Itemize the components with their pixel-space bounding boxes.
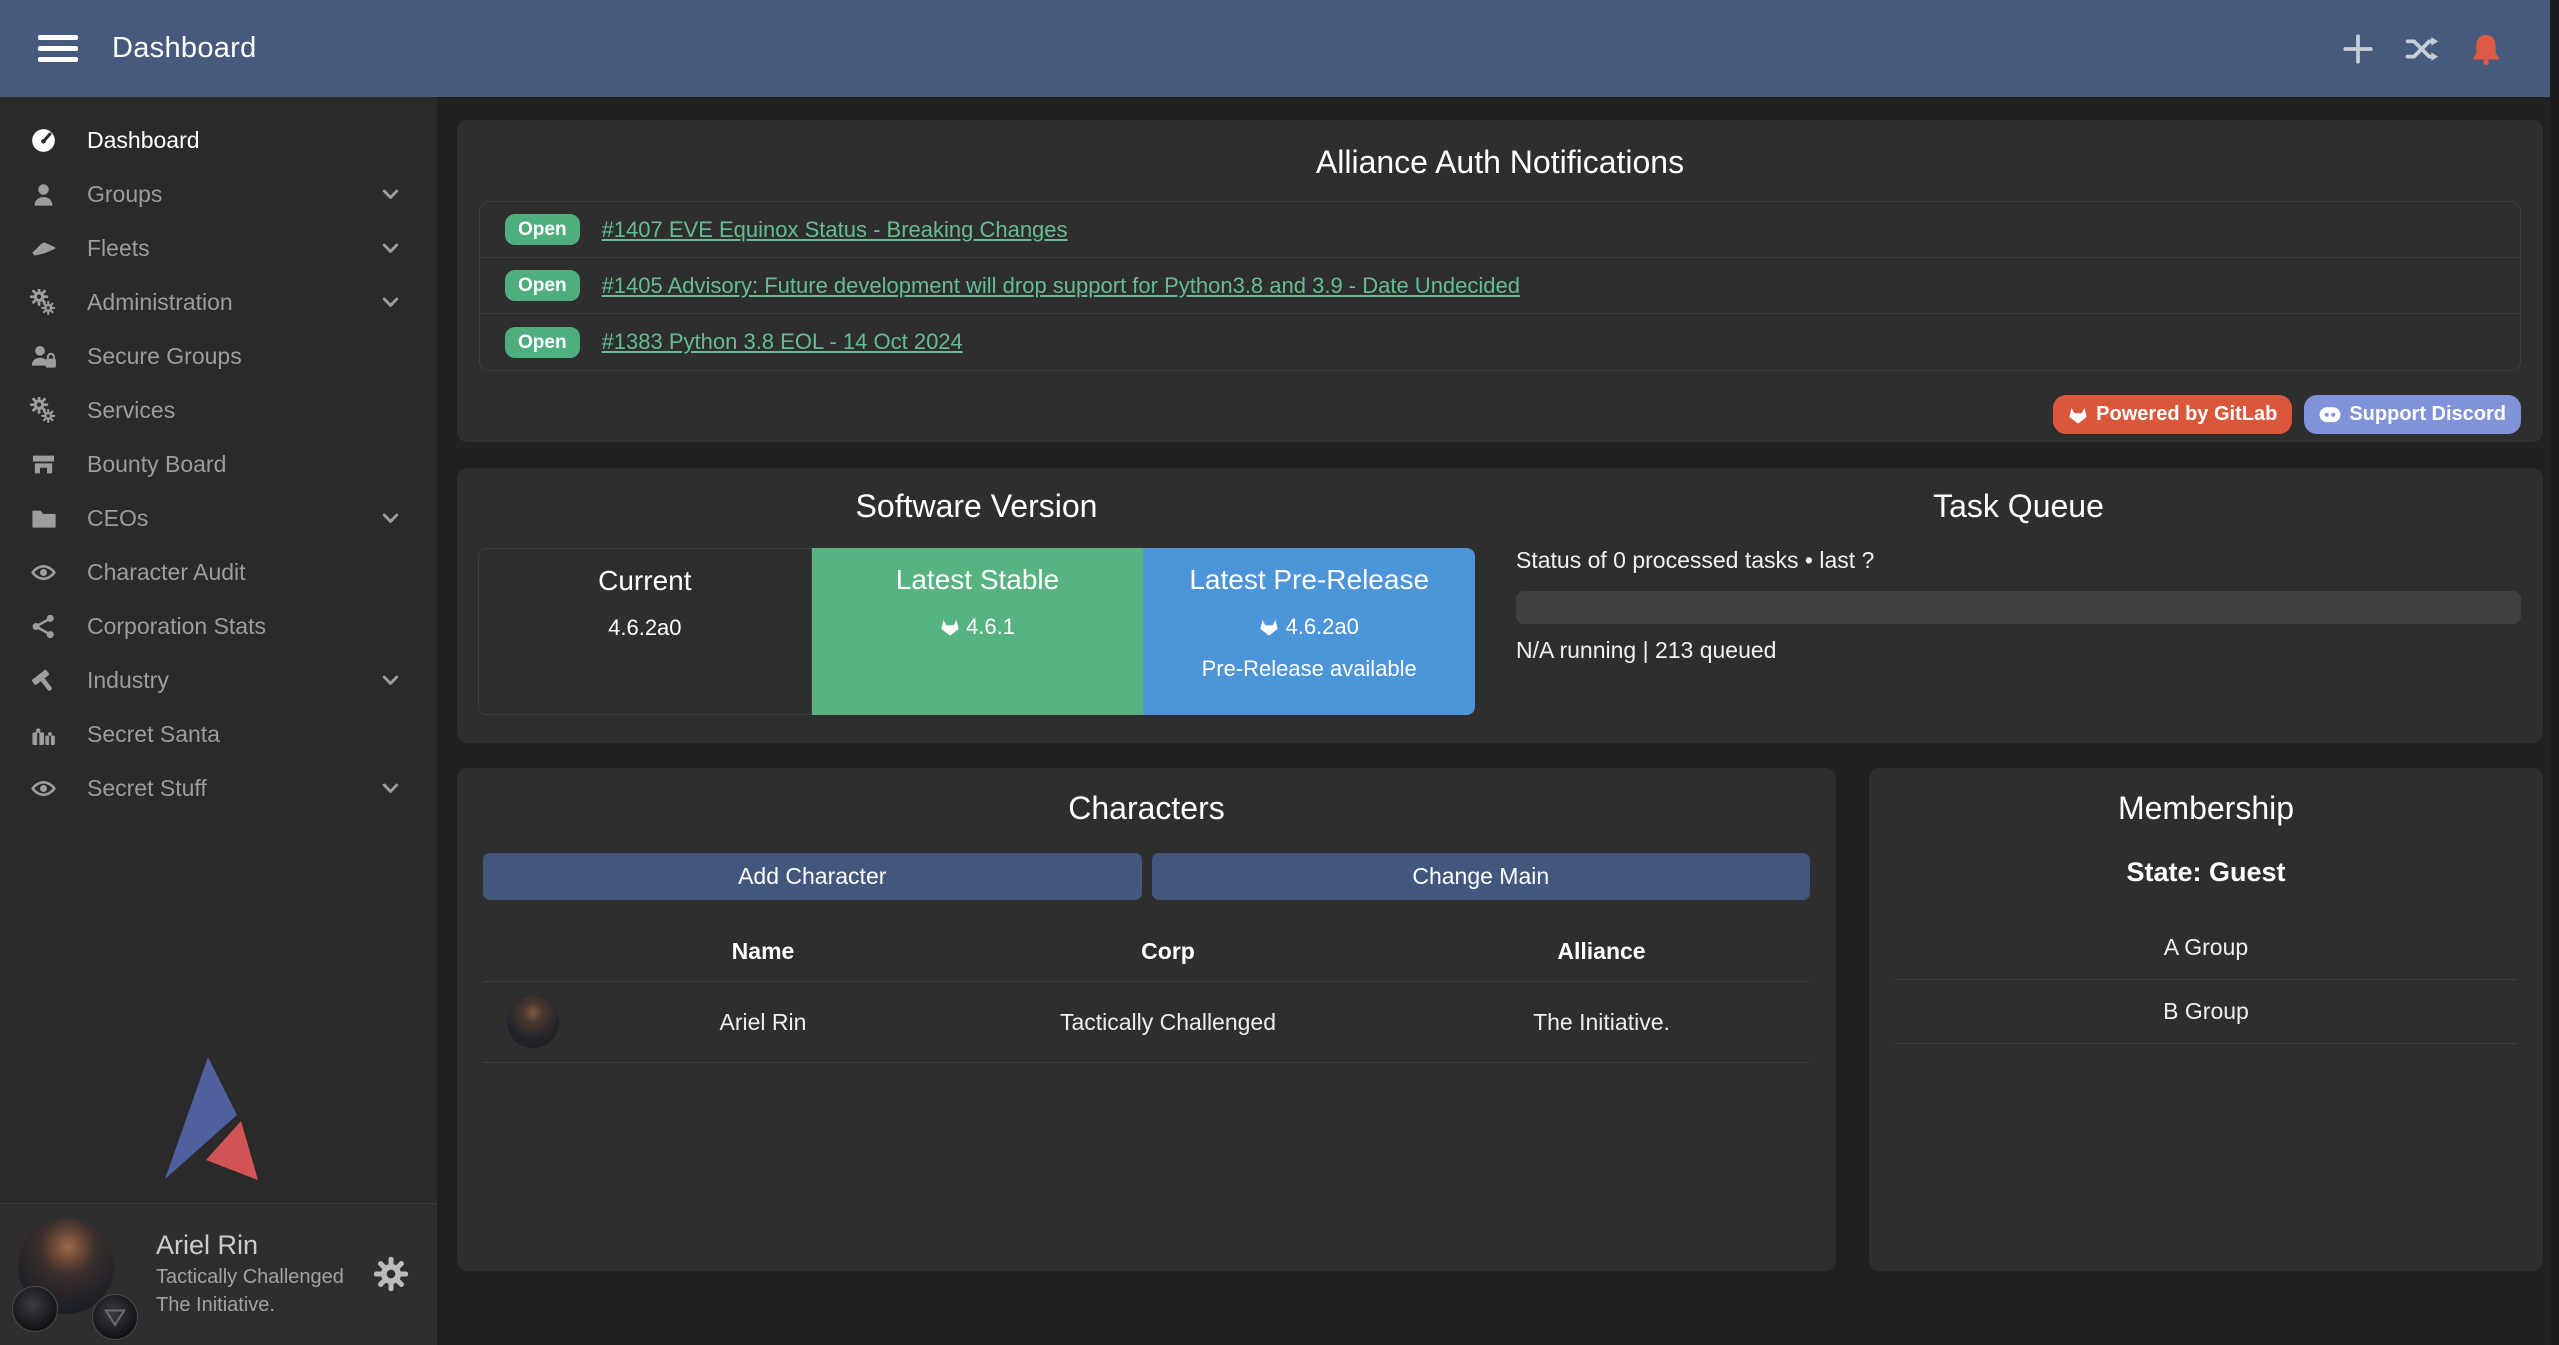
sidebar-item-secret-stuff[interactable]: Secret Stuff <box>0 761 437 815</box>
chevron-down-icon <box>378 182 403 207</box>
alliance-auth-logo <box>158 1053 280 1183</box>
change-main-button[interactable]: Change Main <box>1152 853 1811 900</box>
shop-icon <box>30 451 57 478</box>
user-alliance: The Initiative. <box>156 1294 373 1317</box>
sidebar-item-groups[interactable]: Groups <box>0 167 437 221</box>
gauge-icon <box>30 127 57 154</box>
support-discord-badge[interactable]: Support Discord <box>2304 395 2521 434</box>
gears-icon <box>30 289 57 316</box>
share-icon <box>30 613 57 640</box>
alliance-logo-badge <box>92 1294 138 1340</box>
sidebar: Dashboard Groups Fleets Administration S… <box>0 97 437 1345</box>
sidebar-item-fleets[interactable]: Fleets <box>0 221 437 275</box>
software-version-section: Software Version Current 4.6.2a0 Latest … <box>457 468 1496 743</box>
characters-title: Characters <box>483 790 1810 827</box>
chevron-down-icon <box>378 668 403 693</box>
column-header-name: Name <box>583 926 943 982</box>
hammer-icon <box>30 667 57 694</box>
notification-link[interactable]: #1383 Python 3.8 EOL - 14 Oct 2024 <box>602 329 963 355</box>
membership-title: Membership <box>1895 790 2517 827</box>
notification-row: Open #1407 EVE Equinox Status - Breaking… <box>480 202 2520 258</box>
user-name: Ariel Rin <box>156 1230 373 1261</box>
scrollbar[interactable] <box>2550 0 2559 1345</box>
sidebar-item-services[interactable]: Services <box>0 383 437 437</box>
hamburger-menu-icon[interactable] <box>38 35 78 62</box>
sidebar-item-dashboard[interactable]: Dashboard <box>0 113 437 167</box>
characters-panel: Characters Add Character Change Main Nam… <box>457 768 1836 1271</box>
sidebar-item-ceos[interactable]: CEOs <box>0 491 437 545</box>
table-row: Ariel Rin Tactically Challenged The Init… <box>483 982 1810 1063</box>
chevron-down-icon <box>378 290 403 315</box>
eye-icon <box>30 775 57 802</box>
character-corp-cell: Tactically Challenged <box>943 982 1393 1063</box>
task-queue-counts: N/A running | 213 queued <box>1516 637 2521 664</box>
notification-link[interactable]: #1405 Advisory: Future development will … <box>602 273 1520 299</box>
task-queue-progress-bar <box>1516 591 2521 624</box>
version-box-current: Current 4.6.2a0 <box>478 548 812 715</box>
notifications-list: Open #1407 EVE Equinox Status - Breaking… <box>479 201 2521 371</box>
task-queue-title: Task Queue <box>1516 488 2521 525</box>
software-taskqueue-panel: Software Version Current 4.6.2a0 Latest … <box>457 468 2543 743</box>
sidebar-item-secret-santa[interactable]: Secret Santa <box>0 707 437 761</box>
sidebar-item-corporation-stats[interactable]: Corporation Stats <box>0 599 437 653</box>
sidebar-item-bounty-board[interactable]: Bounty Board <box>0 437 437 491</box>
user-lock-icon <box>30 343 57 370</box>
shuffle-icon[interactable] <box>2405 32 2439 66</box>
user-panel: Ariel Rin Tactically Challenged The Init… <box>0 1203 437 1345</box>
version-box-latest-prerelease: Latest Pre-Release 4.6.2a0 Pre-Release a… <box>1143 548 1475 715</box>
corp-logo-badge <box>12 1286 58 1332</box>
status-badge: Open <box>505 214 580 245</box>
gitlab-icon <box>1259 617 1279 637</box>
status-badge: Open <box>505 327 580 358</box>
version-box-latest-stable: Latest Stable 4.6.1 <box>812 548 1144 715</box>
membership-panel: Membership State: Guest A Group B Group <box>1869 768 2543 1271</box>
chevron-down-icon <box>378 506 403 531</box>
task-queue-status: Status of 0 processed tasks • last ? <box>1516 547 2521 574</box>
sidebar-item-secure-groups[interactable]: Secure Groups <box>0 329 437 383</box>
notifications-title: Alliance Auth Notifications <box>479 144 2521 181</box>
discord-icon <box>2319 406 2341 424</box>
page-title: Dashboard <box>112 32 257 65</box>
folder-icon <box>30 505 57 532</box>
sidebar-item-industry[interactable]: Industry <box>0 653 437 707</box>
column-header-corp: Corp <box>943 926 1393 982</box>
notification-row: Open #1383 Python 3.8 EOL - 14 Oct 2024 <box>480 314 2520 370</box>
column-header-portrait <box>483 926 583 982</box>
powered-by-gitlab-badge[interactable]: Powered by GitLab <box>2053 395 2292 434</box>
top-navbar: Dashboard <box>0 0 2559 97</box>
software-version-title: Software Version <box>478 488 1475 525</box>
main-content: Alliance Auth Notifications Open #1407 E… <box>437 97 2559 1345</box>
status-badge: Open <box>505 270 580 301</box>
gitlab-icon <box>2068 405 2088 425</box>
notification-link[interactable]: #1407 EVE Equinox Status - Breaking Chan… <box>602 217 1068 243</box>
chevron-down-icon <box>378 236 403 261</box>
list-item: A Group <box>1895 916 2517 980</box>
notifications-panel: Alliance Auth Notifications Open #1407 E… <box>457 120 2543 442</box>
gitlab-icon <box>940 617 960 637</box>
list-item: B Group <box>1895 980 2517 1044</box>
characters-table: Name Corp Alliance Ariel Rin Tactically … <box>483 926 1810 1063</box>
bell-icon[interactable] <box>2469 32 2503 66</box>
user-icon <box>30 181 57 208</box>
fighter-icon <box>30 235 57 262</box>
user-corp: Tactically Challenged <box>156 1266 373 1289</box>
character-name-cell: Ariel Rin <box>583 982 943 1063</box>
eye-icon <box>30 559 57 586</box>
task-queue-section: Task Queue Status of 0 processed tasks •… <box>1496 468 2543 743</box>
group-list: A Group B Group <box>1895 916 2517 1044</box>
sidebar-item-administration[interactable]: Administration <box>0 275 437 329</box>
membership-state: State: Guest <box>1895 857 2517 888</box>
notification-row: Open #1405 Advisory: Future development … <box>480 258 2520 314</box>
settings-gear-icon[interactable] <box>373 1256 409 1292</box>
add-character-button[interactable]: Add Character <box>483 853 1142 900</box>
plus-icon[interactable] <box>2341 32 2375 66</box>
character-alliance-cell: The Initiative. <box>1393 982 1810 1063</box>
user-avatar <box>18 1218 134 1330</box>
gears-icon <box>30 397 57 424</box>
character-portrait <box>507 996 559 1048</box>
chevron-down-icon <box>378 776 403 801</box>
column-header-alliance: Alliance <box>1393 926 1810 982</box>
gifts-icon <box>30 721 57 748</box>
sidebar-item-character-audit[interactable]: Character Audit <box>0 545 437 599</box>
